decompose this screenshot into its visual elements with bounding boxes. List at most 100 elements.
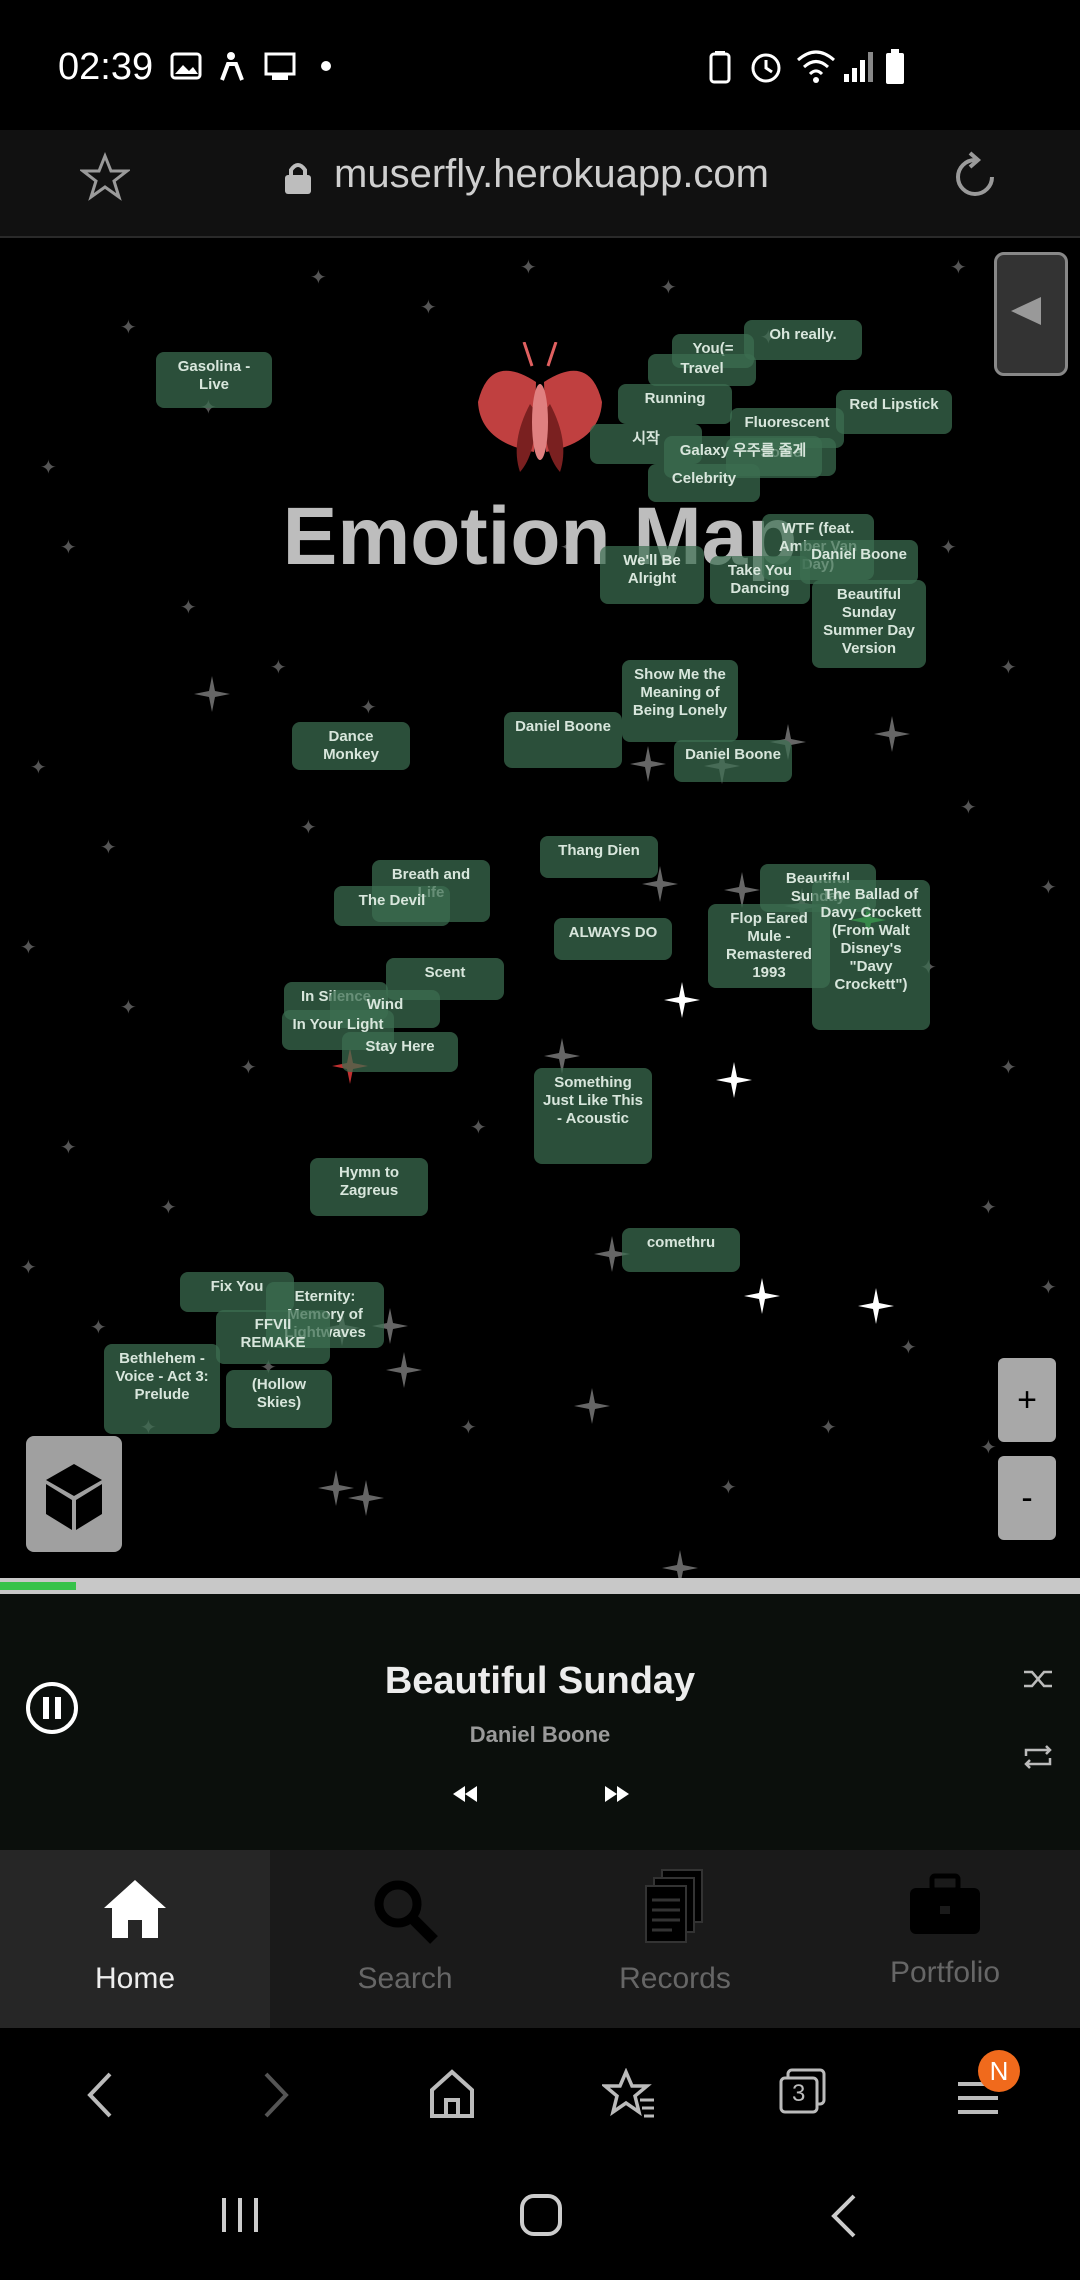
song-label[interactable]: Stay Here xyxy=(342,1032,458,1072)
bookmark-star-icon[interactable] xyxy=(80,152,130,202)
song-label[interactable]: Daniel Boone xyxy=(504,712,622,768)
background-star: ✦ xyxy=(720,1477,737,1499)
background-star: ✦ xyxy=(1000,1057,1017,1079)
song-label[interactable]: Gasolina - Live xyxy=(156,352,272,408)
notification-dot-icon xyxy=(321,61,331,71)
song-node-star[interactable] xyxy=(856,1286,896,1326)
nav-home[interactable]: Home xyxy=(0,1850,270,2028)
song-node-star[interactable] xyxy=(628,744,668,784)
background-star: ✦ xyxy=(360,697,377,719)
song-label[interactable]: Celebrity xyxy=(648,464,760,502)
song-node-star[interactable] xyxy=(572,1386,612,1426)
song-label[interactable]: Daniel Boone xyxy=(800,540,918,584)
song-node-star[interactable] xyxy=(660,1548,700,1578)
browser-toolbar: 3 N xyxy=(0,2028,1080,2158)
playback-progress-bar[interactable] xyxy=(0,1578,1080,1594)
song-label[interactable]: Dance Monkey xyxy=(292,722,410,770)
song-label[interactable]: The Devil xyxy=(334,886,450,926)
3d-view-button[interactable] xyxy=(26,1436,122,1552)
song-label[interactable]: Bethlehem - Voice - Act 3: Prelude xyxy=(104,1344,220,1434)
background-star: ✦ xyxy=(60,1137,77,1159)
background-star: ✦ xyxy=(120,317,137,339)
recent-apps-icon[interactable] xyxy=(218,2194,264,2236)
background-star: ✦ xyxy=(1040,1277,1057,1299)
nav-records[interactable]: Records xyxy=(540,1850,810,2028)
song-node-star[interactable] xyxy=(742,1276,782,1316)
gallery-icon xyxy=(170,52,202,80)
nav-portfolio[interactable]: Portfolio xyxy=(810,1850,1080,2028)
browser-home-icon[interactable] xyxy=(428,2068,476,2120)
song-node-star[interactable] xyxy=(384,1350,424,1390)
background-star: ✦ xyxy=(960,797,977,819)
nav-search[interactable]: Search xyxy=(270,1850,540,2028)
song-label[interactable]: Show Me the Meaning of Being Lonely xyxy=(622,660,738,742)
shuffle-icon[interactable] xyxy=(1022,1666,1054,1692)
nav-search-label: Search xyxy=(357,1962,453,1995)
side-panel-toggle-button[interactable] xyxy=(994,252,1068,376)
background-star: ✦ xyxy=(470,1117,487,1139)
bookmarks-icon[interactable] xyxy=(602,2068,656,2120)
song-label[interactable]: ALWAYS DO xyxy=(554,918,672,960)
wifi-icon xyxy=(797,50,835,83)
zoom-out-button[interactable]: - xyxy=(998,1456,1056,1540)
song-label[interactable]: Something Just Like This - Acoustic xyxy=(534,1068,652,1164)
background-star: ✦ xyxy=(20,1257,37,1279)
battery-saver-icon xyxy=(709,51,731,84)
forward-icon[interactable] xyxy=(258,2070,294,2120)
system-home-icon[interactable] xyxy=(518,2192,564,2238)
background-star: ✦ xyxy=(460,1417,477,1439)
status-time: 02:39 xyxy=(58,46,154,88)
emotion-map-canvas[interactable]: ✦✦✦✦✦✦✦✦✦✦✦✦✦✦✦✦✦✦✦✦✦✦✦✦✦✦✦✦✦✦✦✦✦✦✦✦✦✦✦✦… xyxy=(0,238,1080,1578)
battery-icon xyxy=(886,49,904,84)
briefcase-icon xyxy=(910,1873,980,1934)
song-label[interactable]: Beautiful Sunday Summer Day Version xyxy=(812,580,926,668)
song-label[interactable]: Thang Dien xyxy=(540,836,658,878)
reload-icon[interactable] xyxy=(948,150,1002,204)
background-star: ✦ xyxy=(240,1057,257,1079)
background-star: ✦ xyxy=(20,937,37,959)
song-label[interactable]: Hymn to Zagreus xyxy=(310,1158,428,1216)
background-star: ✦ xyxy=(120,997,137,1019)
song-label[interactable]: Take You Dancing xyxy=(710,556,810,604)
song-node-star[interactable] xyxy=(714,1060,754,1100)
zoom-in-button[interactable]: + xyxy=(998,1358,1056,1442)
background-star: ✦ xyxy=(270,657,287,679)
song-label[interactable]: comethru xyxy=(622,1228,740,1272)
background-star: ✦ xyxy=(310,267,327,289)
triangle-left-icon xyxy=(1011,297,1041,325)
now-playing-artist: Daniel Boone xyxy=(469,1722,611,1747)
repeat-icon[interactable] xyxy=(1022,1744,1054,1770)
song-label[interactable]: Oh really. xyxy=(744,320,862,360)
song-label[interactable]: Daniel Boone xyxy=(674,740,792,782)
song-node-star[interactable] xyxy=(192,674,232,714)
background-star: ✦ xyxy=(100,837,117,859)
song-label[interactable]: Running xyxy=(618,384,732,424)
system-back-icon[interactable] xyxy=(826,2192,862,2240)
song-node-star[interactable] xyxy=(346,1478,386,1518)
background-star: ✦ xyxy=(160,1197,177,1219)
song-node-star[interactable] xyxy=(872,714,912,754)
back-icon[interactable] xyxy=(82,2070,118,2120)
now-playing-title: Beautiful Sunday xyxy=(384,1660,696,1702)
background-star: ✦ xyxy=(420,297,437,319)
song-label[interactable]: Travel xyxy=(648,354,756,386)
song-node-star[interactable] xyxy=(662,980,702,1020)
previous-track-icon[interactable] xyxy=(450,1782,480,1806)
next-track-icon[interactable] xyxy=(602,1782,632,1806)
song-label[interactable]: The Ballad of Davy Crockett (From Walt D… xyxy=(812,880,930,1030)
system-navigation-bar xyxy=(0,2158,1080,2280)
background-star: ✦ xyxy=(1040,877,1057,899)
tabs-button[interactable]: 3 xyxy=(778,2068,828,2116)
browser-address-bar: muserfly.herokuapp.com xyxy=(0,130,1080,238)
song-label[interactable]: FFVII REMAKE xyxy=(216,1310,330,1364)
url-text[interactable]: muserfly.herokuapp.com xyxy=(334,152,769,197)
song-label[interactable]: (Hollow Skies) xyxy=(226,1370,332,1428)
browser-menu-button[interactable]: N xyxy=(956,2050,1020,2126)
search-icon xyxy=(374,1880,438,1944)
playback-progress-fill xyxy=(0,1582,76,1590)
nav-home-label: Home xyxy=(94,1962,176,1995)
song-label[interactable]: We'll Be Alright xyxy=(600,546,704,604)
background-star: ✦ xyxy=(40,457,57,479)
song-label[interactable]: Red Lipstick xyxy=(836,390,952,434)
profile-badge: N xyxy=(978,2050,1020,2092)
